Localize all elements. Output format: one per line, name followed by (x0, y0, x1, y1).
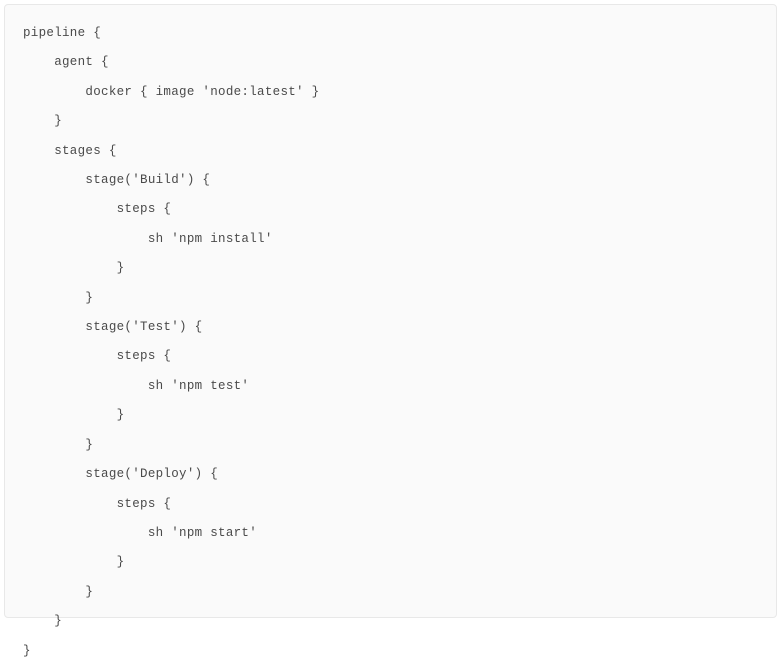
code-line: } (23, 401, 758, 430)
code-line: sh 'npm test' (23, 372, 758, 401)
code-line: } (23, 284, 758, 313)
code-line: } (23, 637, 758, 666)
code-line: docker { image 'node:latest' } (23, 78, 758, 107)
code-line: stages { (23, 137, 758, 166)
code-line: pipeline { (23, 19, 758, 48)
code-line: steps { (23, 342, 758, 371)
code-line: } (23, 107, 758, 136)
code-line: } (23, 254, 758, 283)
code-line: sh 'npm start' (23, 519, 758, 548)
code-line: steps { (23, 195, 758, 224)
code-line: stage('Deploy') { (23, 460, 758, 489)
code-line: stage('Build') { (23, 166, 758, 195)
code-line: } (23, 548, 758, 577)
code-line: agent { (23, 48, 758, 77)
code-line: } (23, 578, 758, 607)
code-line: sh 'npm install' (23, 225, 758, 254)
code-line: } (23, 431, 758, 460)
code-line: steps { (23, 490, 758, 519)
code-line: stage('Test') { (23, 313, 758, 342)
code-block: pipeline { agent { docker { image 'node:… (4, 4, 777, 618)
